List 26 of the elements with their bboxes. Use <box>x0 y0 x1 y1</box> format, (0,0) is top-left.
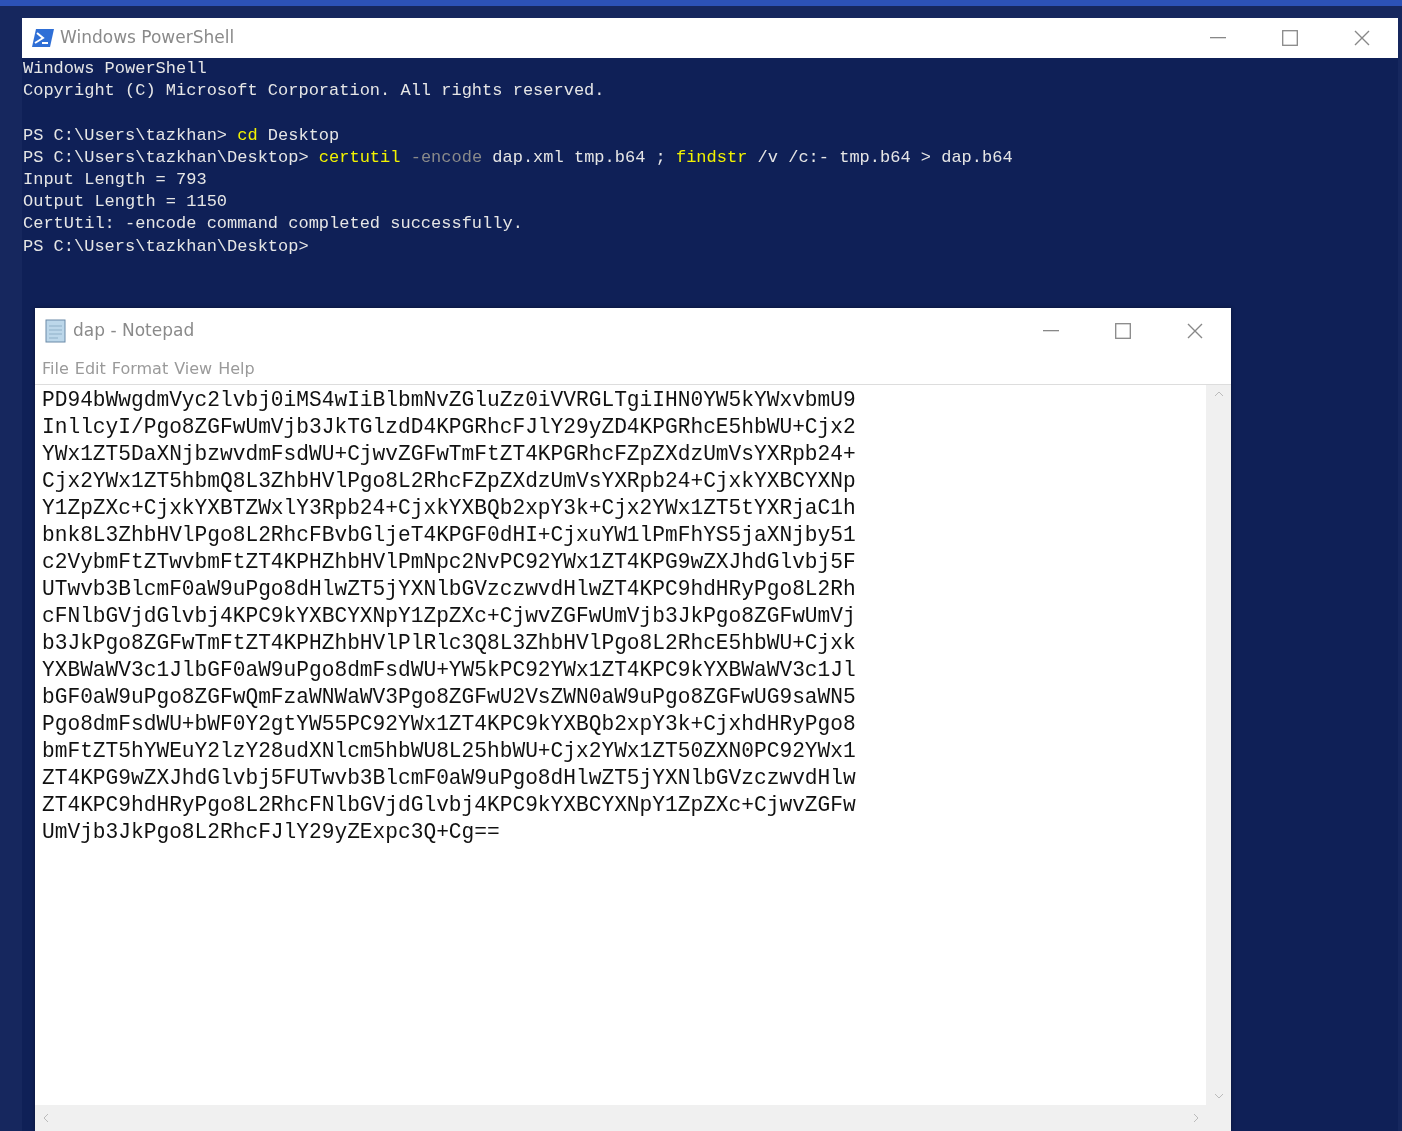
minimize-icon <box>1210 37 1226 39</box>
console-line: CertUtil: -encode command completed successfully. <box>23 214 523 234</box>
menu-item[interactable]: View <box>172 357 217 381</box>
horizontal-scrollbar[interactable] <box>35 1105 1231 1131</box>
console-line: PS C:\Users\tazkhan\Desktop> certutil -encode dap.xml tmp.b64 ; findstr /v /c:- tmp.b64 > dap.b64 <box>23 147 1013 167</box>
close-icon <box>1354 30 1370 46</box>
console-line: PS C:\Users\tazkhan> cd Desktop <box>23 125 340 145</box>
console-line: Windows PowerShell <box>23 59 207 78</box>
console-line: Input Length = 793 <box>23 169 207 189</box>
window-title: dap - Notepad <box>73 319 195 343</box>
notepad-icon <box>45 319 67 343</box>
menu-item[interactable]: Edit <box>72 357 110 381</box>
text-editor[interactable]: PD94bWwgdmVyc2lvbj0iMS4wIiBlbmNvZGluZz0iVVRGLTgiIHN0YW5kYWxvbmU9 InllcyI/Pgo8ZGFwUmVjb3JkTGlzdD4KPGRhcFJlY29yZD4KPGRhcE5hbWU+Cjx2 YWx1ZT5DaXNjbzwvdmFsdWU+CjwvZGFwTmFtZT4KPGRhcFZpZXdzUmVsYXRpb24+ Cjx2YWx1ZT5hbmQ8L3ZhbHVlPgo8L2RhcFZpZXdzUmVsYXRpb24+CjxkYXBCYXNp Y1ZpZXc+CjxkYXBTZWxlY3Rpb24+CjxkYXBQb2xpY3k+Cjx2YWx1ZT5tYXRjaC1h bnk8L3ZhbHVlPgo8L2RhcFBvbGljeT4KPGF0dHI+CjxuYW1lPmFhYS5jaXNjby51 c2VybmFtZTwvbmFtZT4KPHZhbHVlPmNpc2NvPC92YWx1ZT4KPG9wZXJhdGlvbj5F UTwvb3BlcmF0aW9uPgo8dHlwZT5jYXNlbGVzczwvdHlwZT4KPC9hdHRyPgo8L2Rh cFNlbGVjdGlvbj4KPC9kYXBCYXNpY1ZpZXc+CjwvZGFwUmVjb3JkPgo8ZGFwUmVj b3JkPgo8ZGFwTmFtZT4KPHZhbHVlPlRlc3Q8L3ZhbHVlPgo8L2RhcE5hbWU+Cjxk YXBWaWV3c1JlbGF0aW9uPgo8dmFsdWU+YW5kPC92YWx1ZT4KPC9kYXBWaWV3c1Jl bGF0aW9uPgo8ZGFwQmFzaWNWaWV3Pgo8ZGFwU2VsZWN0aW9uPgo8ZGFwUG9saWN5 Pgo8dmFsdWU+bWF0Y2gtYW55PC92YWx1ZT4KPC9kYXBQb2xpY3k+CjxhdHRyPgo8 bmFtZT5hYWEuY2lzY28udXNlcm5hbWU8L25hbWU+Cjx2YWx1ZT50ZXN0PC92YWx1 ZT4KPG9wZXJhdGlvbj5FUTwvb3BlcmF0aW9uPgo8dHlwZT5jYXNlbGVzczwvdHlw ZT4KPC9hdHRyPgo8L2RhcFNlbGVjdGlvbj4KPC9kYXBCYXNpY1ZpZXc+CjwvZGFw UmVjb3JkPgo8L2RhcFJlY29yZExpc3Q+Cg== <box>35 385 1206 1105</box>
maximize-icon <box>1115 323 1131 339</box>
window-title: Windows PowerShell <box>60 26 235 50</box>
menu-item[interactable]: Format <box>109 357 173 381</box>
maximize-icon <box>1282 30 1298 46</box>
terminal-icon <box>32 29 54 47</box>
console-line: Copyright (C) Microsoft Corporation. All rights reserved. <box>23 81 605 101</box>
vertical-scrollbar[interactable] <box>1206 385 1231 1105</box>
console-line: Output Length = 1150 <box>23 192 228 212</box>
menu-item[interactable]: Help <box>216 357 259 381</box>
minimize-icon <box>1043 330 1059 332</box>
menu-item[interactable]: File <box>40 357 73 381</box>
console-line: PS C:\Users\tazkhan\Desktop> <box>23 236 309 256</box>
close-icon <box>1187 323 1203 339</box>
